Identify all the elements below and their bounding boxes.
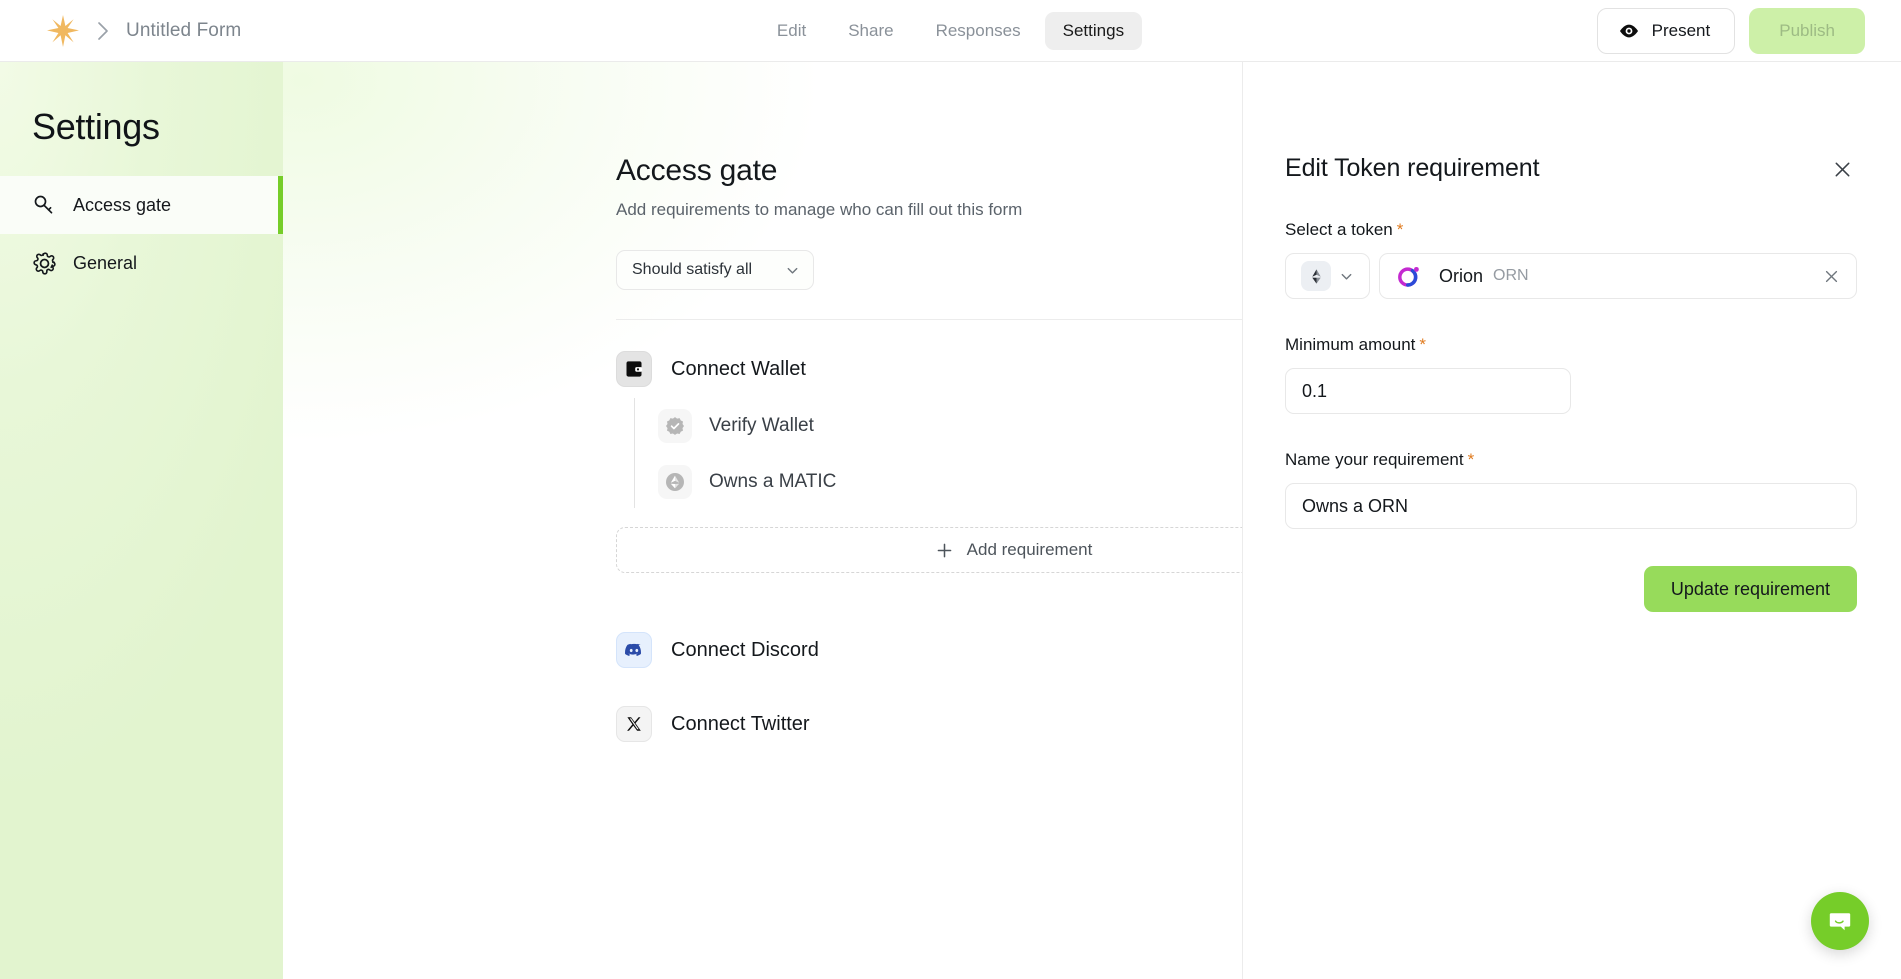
page-subtitle: Add requirements to manage who can fill … (616, 200, 1023, 219)
eye-icon (1618, 20, 1640, 42)
update-requirement-button[interactable]: Update requirement (1643, 566, 1857, 612)
requirement-row-twitter[interactable]: Connect Twitter (616, 701, 1242, 747)
sidebar-item-label: Access gate (73, 194, 172, 215)
verified-badge-icon (658, 409, 692, 443)
sub-requirement-verify-wallet[interactable]: Verify Wallet (635, 398, 1242, 454)
sub-requirement-owns-matic[interactable]: Owns a MATIC (635, 454, 1242, 510)
chain-select[interactable] (1285, 253, 1370, 299)
chat-bubble-icon[interactable] (1811, 892, 1869, 950)
sub-requirement-label: Owns a MATIC (709, 471, 837, 492)
ethereum-diamond-icon (658, 465, 692, 499)
close-icon[interactable] (1827, 154, 1857, 184)
token-name: Orion (1439, 265, 1484, 286)
key-icon (32, 193, 57, 218)
present-label: Present (1651, 20, 1711, 40)
minimum-amount-label-text: Minimum amount (1285, 335, 1416, 354)
sidebar-title: Settings (32, 106, 160, 147)
app-root: Untitled Form Edit Share Responses Setti… (0, 0, 1901, 979)
tab-edit[interactable]: Edit (759, 12, 824, 50)
minimum-amount-label: Minimum amount * (1285, 335, 1857, 355)
sidebar-item-general[interactable]: General (0, 234, 283, 292)
panel-title: Edit Token requirement (1285, 154, 1540, 182)
publish-button[interactable]: Publish (1749, 7, 1865, 54)
requirement-name-label: Name your requirement * (1285, 450, 1857, 470)
token-field: Select a token * Orion ORN (1285, 220, 1857, 299)
add-requirement-button[interactable]: Add requirement (616, 527, 1242, 573)
page-title: Access gate (616, 154, 778, 187)
logic-select[interactable]: Should satisfy all (616, 250, 814, 290)
requirement-row-wallet[interactable]: Connect Wallet (616, 346, 1242, 392)
requirement-name-field: Name your requirement * Owns a ORN (1285, 450, 1857, 529)
requirement-label: Connect Twitter (671, 712, 810, 735)
requirement-name-label-text: Name your requirement (1285, 450, 1464, 469)
breadcrumb: Untitled Form (0, 14, 241, 48)
add-requirement-label: Add requirement (966, 540, 1093, 559)
sub-requirement-list: Verify Wallet Owns a MATIC (616, 398, 1242, 510)
token-label-text: Select a token (1285, 220, 1393, 239)
tab-responses[interactable]: Responses (918, 12, 1039, 50)
chevron-right-icon (80, 21, 126, 41)
orion-logo-icon (1395, 263, 1422, 290)
sub-requirement-label: Verify Wallet (709, 415, 814, 436)
required-marker: * (1467, 450, 1475, 469)
token-select-input[interactable]: Orion ORN (1379, 253, 1857, 299)
logic-select-value: Should satisfy all (632, 261, 753, 278)
top-bar: Untitled Form Edit Share Responses Setti… (0, 0, 1901, 62)
top-bar-actions: Present Publish (1596, 7, 1901, 54)
form-title[interactable]: Untitled Form (126, 20, 241, 42)
clear-token-icon[interactable] (1823, 268, 1840, 285)
required-marker: * (1396, 220, 1404, 239)
tab-share[interactable]: Share (830, 12, 911, 50)
chevron-down-icon (785, 263, 800, 278)
requirement-group-twitter: Connect Twitter (616, 701, 1242, 747)
ethereum-diamond-icon (1301, 261, 1331, 291)
token-symbol: ORN (1493, 267, 1529, 284)
present-button[interactable]: Present (1596, 7, 1736, 54)
requirement-group-discord: Connect Discord (616, 627, 1242, 673)
discord-icon (616, 632, 652, 668)
token-row: Orion ORN (1285, 253, 1857, 299)
token-field-label: Select a token * (1285, 220, 1857, 240)
settings-sidebar: Settings Access gate General (0, 62, 283, 979)
plus-icon (935, 541, 954, 560)
gear-icon (32, 251, 57, 276)
minimum-amount-field: Minimum amount * 0.1 (1285, 335, 1857, 414)
wallet-icon (616, 351, 652, 387)
section-divider (616, 319, 1242, 320)
panel-header: Edit Token requirement (1285, 154, 1857, 184)
requirement-label: Connect Discord (671, 638, 819, 661)
minimum-amount-input[interactable]: 0.1 (1285, 368, 1571, 414)
main-content: Access gate Add requirements to manage w… (283, 62, 1242, 979)
panel-actions: Update requirement (1285, 566, 1857, 612)
chevron-down-icon (1339, 269, 1354, 284)
requirement-group-wallet: Connect Wallet Verify Wallet Owns a MATI… (616, 346, 1242, 573)
tab-settings[interactable]: Settings (1044, 12, 1143, 50)
edit-requirement-panel: Edit Token requirement Select a token* (1242, 62, 1901, 979)
requirement-row-discord[interactable]: Connect Discord (616, 627, 1242, 673)
twitter-x-icon (616, 706, 652, 742)
star-burst-logo-icon[interactable] (46, 14, 80, 48)
required-marker: * (1419, 335, 1426, 354)
sidebar-item-access-gate[interactable]: Access gate (0, 176, 283, 234)
requirement-label: Connect Wallet (671, 357, 806, 380)
sidebar-item-label: General (73, 252, 138, 273)
requirement-name-input[interactable]: Owns a ORN (1285, 483, 1857, 529)
body: Settings Access gate General Access gate… (0, 62, 1901, 979)
